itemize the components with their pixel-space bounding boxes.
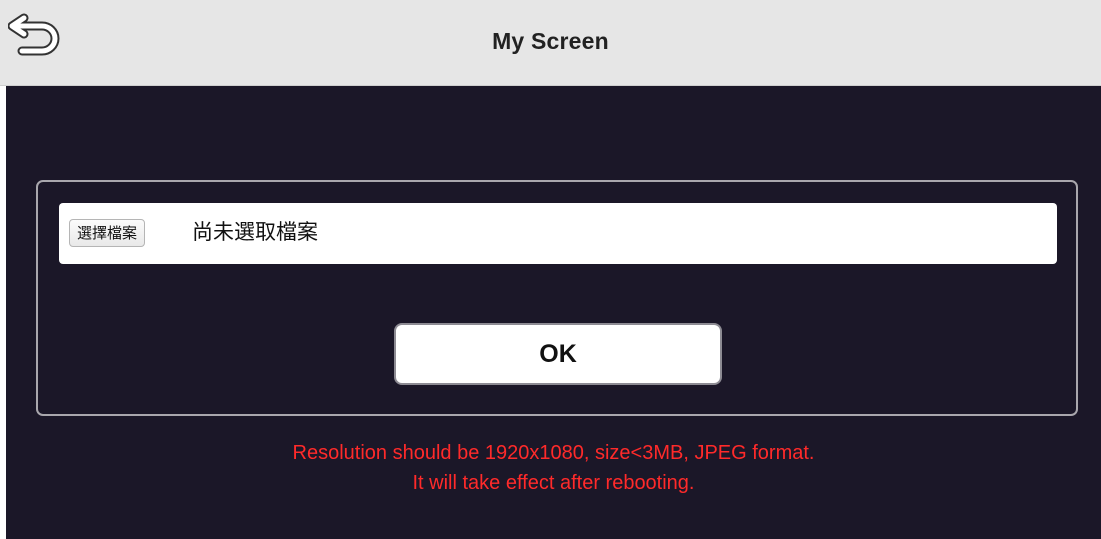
header-bar: My Screen (0, 0, 1101, 86)
notice-line-1: Resolution should be 1920x1080, size<3MB… (292, 442, 815, 464)
content-area: 選擇檔案 尚未選取檔案 OK Resolution should be 1920… (6, 86, 1101, 539)
ok-button[interactable]: OK (394, 323, 722, 385)
my-screen-page: My Screen 選擇檔案 尚未選取檔案 OK Resolution shou… (0, 0, 1101, 539)
file-status-text: 尚未選取檔案 (192, 220, 318, 244)
upload-panel: 選擇檔案 尚未選取檔案 OK (36, 180, 1078, 416)
page-title: My Screen (492, 28, 609, 54)
notice-line-2: It will take effect after rebooting. (412, 472, 695, 494)
file-input[interactable]: 選擇檔案 尚未選取檔案 (59, 203, 1057, 264)
upload-notice: Resolution should be 1920x1080, size<3MB… (6, 438, 1101, 498)
choose-file-button[interactable]: 選擇檔案 (69, 219, 146, 247)
